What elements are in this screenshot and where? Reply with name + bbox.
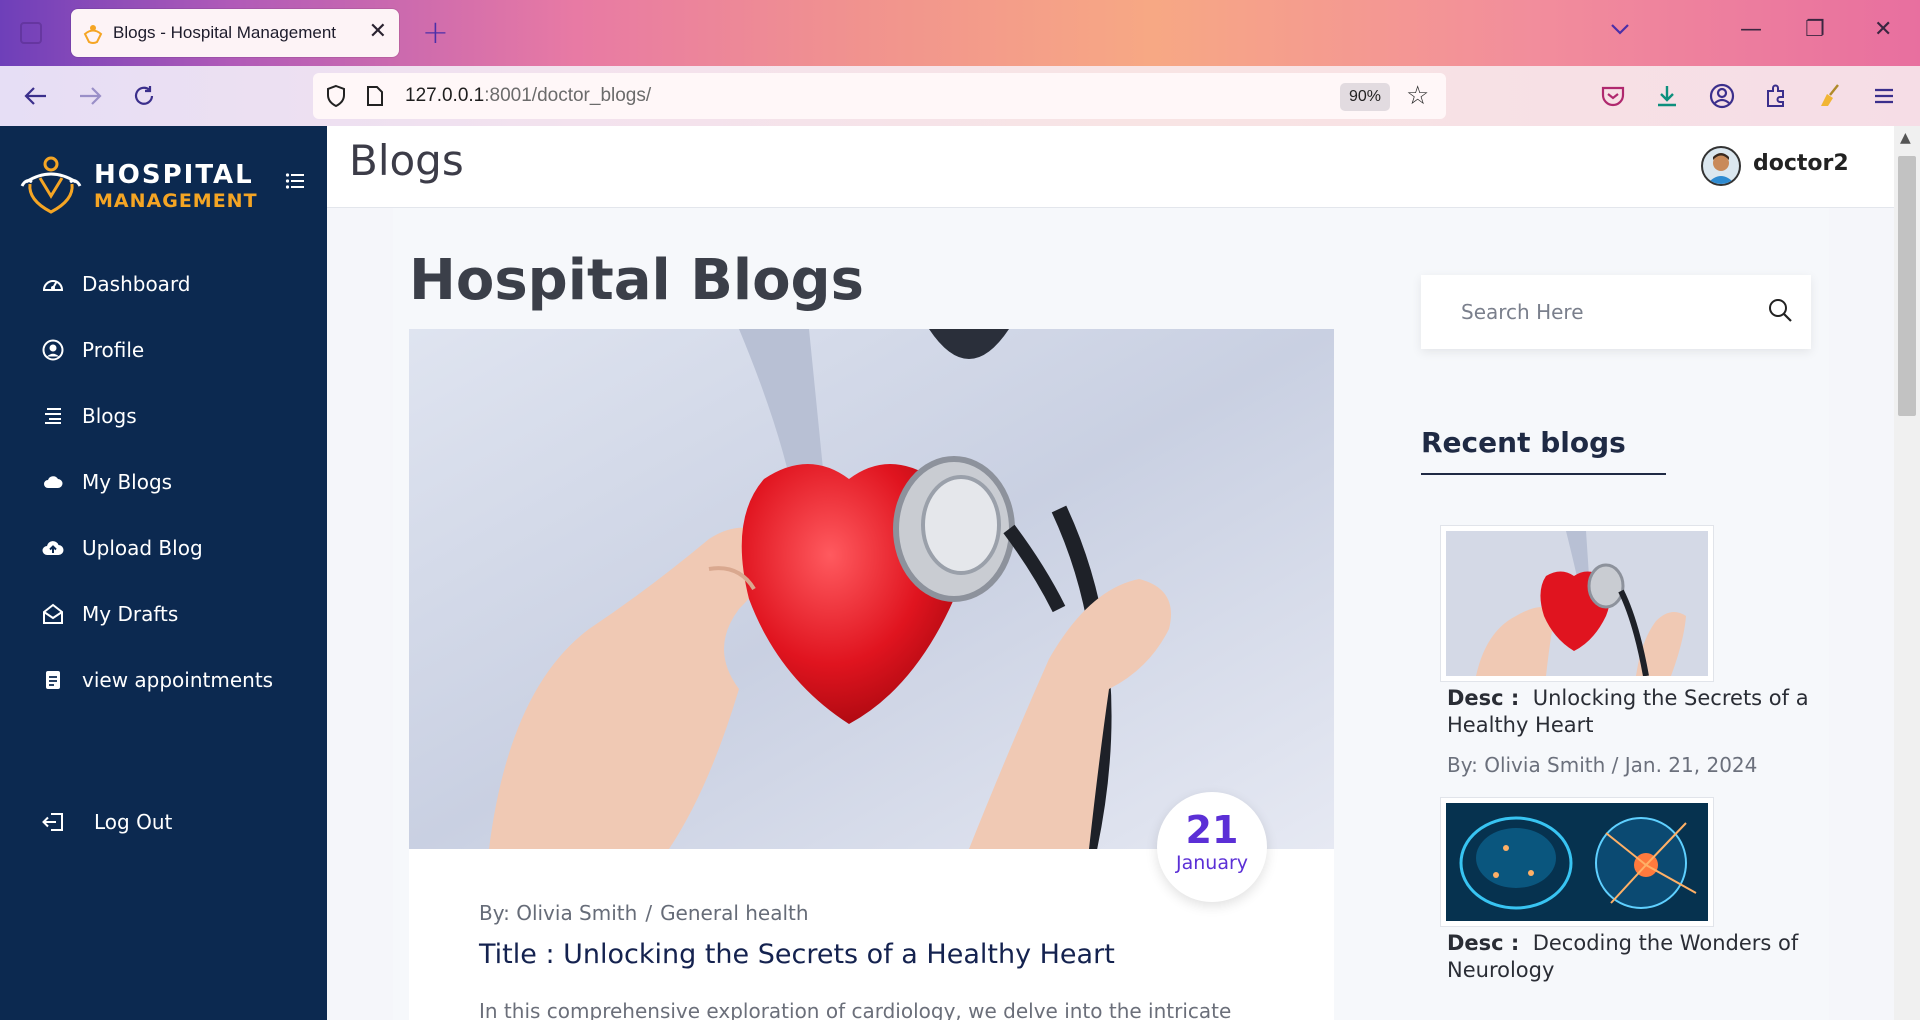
top-header: Blogs doctor2 [327,126,1894,208]
reload-button[interactable] [128,80,160,112]
sidebar-item-label: Upload Blog [82,536,203,560]
sidebar-item-label: view appointments [82,668,274,692]
sidebar-item-profile[interactable]: Profile [40,334,144,366]
new-tab-button[interactable]: + [422,13,449,51]
avatar[interactable] [1701,146,1741,186]
recent-blog-thumbnail[interactable] [1441,798,1713,926]
downloads-icon[interactable] [1653,82,1681,110]
back-button[interactable] [20,80,52,112]
logout-icon [40,809,66,835]
sidebar-toggle-icon[interactable] [285,171,305,191]
list-all-tabs-icon[interactable] [1610,17,1630,42]
url-path: :8001/doctor_blogs/ [484,85,652,106]
sidebar-item-label: My Blogs [82,470,173,494]
recent-blog-item[interactable]: Desc : Unlocking the Secrets of a Health… [1441,526,1821,777]
page-scrollbar[interactable]: ▲ [1894,126,1920,1020]
recent-blog-thumbnail[interactable] [1441,526,1713,681]
forward-button[interactable] [74,80,106,112]
blog-search-box [1421,275,1811,349]
shield-icon[interactable] [325,84,347,108]
sidebar: HOSPITAL MANAGEMENT Dashboard Profile Bl… [0,126,327,1020]
desc-label: Desc : [1447,931,1520,955]
brand-logo-link[interactable]: HOSPITAL MANAGEMENT [20,156,290,216]
recent-blog-description: Desc : Decoding the Wonders of Neurology [1447,930,1825,984]
browser-tab-bar: Blogs - Hospital Management ✕ + — ❐ ✕ [0,0,1920,66]
address-bar[interactable]: 127.0.0.1:8001/doctor_blogs/ 90% ☆ [313,73,1446,119]
main-content: Hospital Blogs By: Olivia Smith / Genera… [393,208,1829,1020]
hospital-logo-icon [20,156,82,214]
sidebar-item-label: Dashboard [82,272,191,296]
tab-title: Blogs - Hospital Management [113,23,337,42]
post-date-month: January [1175,852,1249,874]
pocket-icon[interactable] [1599,82,1627,110]
url-host: 127.0.0.1 [405,85,485,106]
sidebar-item-view-appointments[interactable]: view appointments [40,664,273,696]
brand-title: HOSPITAL [94,160,254,190]
sidebar-item-upload-blog[interactable]: Upload Blog [40,532,203,564]
recent-blog-description: Desc : Unlocking the Secrets of a Health… [1447,685,1825,739]
post-date-day: 21 [1185,808,1239,852]
tab-close-icon[interactable]: ✕ [369,19,387,44]
dashboard-icon [40,271,66,297]
post-category[interactable]: General health [660,901,809,925]
recent-blog-item[interactable]: Desc : Decoding the Wonders of Neurology [1441,798,1821,984]
post-meta: By: Olivia Smith / General health [479,901,809,925]
restore-button[interactable]: ❐ [1805,17,1825,42]
sidebar-item-dashboard[interactable]: Dashboard [40,268,191,300]
sidebar-item-my-blogs[interactable]: My Blogs [40,466,172,498]
user-circle-icon [40,337,66,363]
minimize-button[interactable]: — [1740,17,1762,42]
search-icon[interactable] [1767,297,1793,323]
cloud-upload-icon [40,535,66,561]
blogs-heading: Hospital Blogs [409,248,864,313]
tab-overview-icon[interactable] [20,22,42,44]
list-icon [40,403,66,429]
account-icon[interactable] [1708,82,1736,110]
post-excerpt: In this comprehensive exploration of car… [479,999,1232,1020]
featured-blog-image[interactable] [409,329,1334,849]
sidebar-item-label: My Drafts [82,602,179,626]
zoom-level-badge[interactable]: 90% [1340,83,1390,111]
meta-separator: / [645,901,653,925]
sidebar-item-label: Log Out [94,810,173,834]
url-text[interactable]: 127.0.0.1:8001/doctor_blogs/ [405,85,651,107]
sidebar-item-my-drafts[interactable]: My Drafts [40,598,178,630]
app-menu-icon[interactable] [1870,82,1898,110]
cloud-icon [40,469,66,495]
post-date-badge: 21 January [1157,792,1267,902]
broom-extension-icon[interactable] [1816,82,1844,110]
page-title: Blogs [349,136,464,185]
browser-tab-active[interactable]: Blogs - Hospital Management ✕ [71,9,399,57]
user-name[interactable]: doctor2 [1753,151,1849,176]
extensions-icon[interactable] [1762,82,1790,110]
sidebar-item-label: Profile [82,338,145,362]
recent-blogs-heading: Recent blogs [1421,426,1626,459]
desc-label: Desc : [1447,686,1520,710]
page-info-icon[interactable] [366,85,384,107]
post-author[interactable]: By: Olivia Smith [479,901,637,925]
browser-nav-bar: 127.0.0.1:8001/doctor_blogs/ 90% ☆ [0,66,1920,126]
brand-subtitle: MANAGEMENT [94,190,258,212]
close-window-button[interactable]: ✕ [1874,17,1892,42]
sidebar-item-blogs[interactable]: Blogs [40,400,137,432]
heading-underline [1421,473,1666,475]
document-icon [40,667,66,693]
hospital-favicon-icon [83,25,103,44]
sidebar-item-label: Blogs [82,404,137,428]
recent-blog-meta: By: Olivia Smith / Jan. 21, 2024 [1447,753,1758,777]
bookmark-star-icon[interactable]: ☆ [1406,81,1429,111]
scroll-up-arrow-icon[interactable]: ▲ [1900,130,1911,146]
envelope-open-icon [40,601,66,627]
search-input[interactable] [1461,297,1761,327]
sidebar-item-logout[interactable]: Log Out [40,806,172,838]
scrollbar-thumb[interactable] [1898,156,1916,416]
post-title[interactable]: Title : Unlocking the Secrets of a Healt… [479,939,1115,970]
